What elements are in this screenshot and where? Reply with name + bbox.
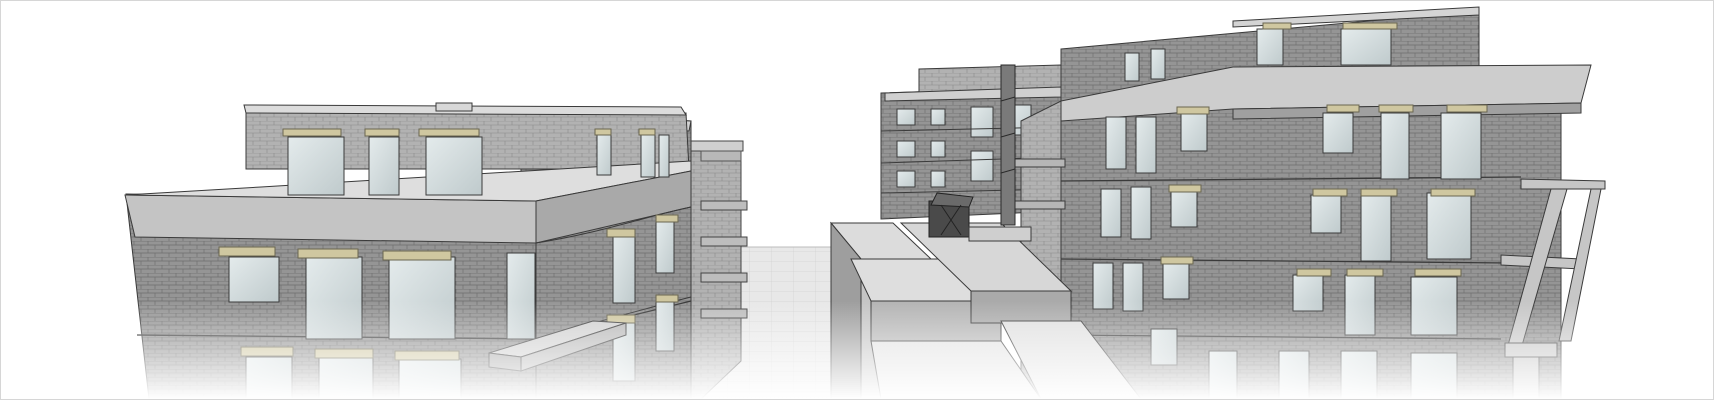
architectural-render <box>1 6 1713 399</box>
render-frame <box>0 0 1714 400</box>
